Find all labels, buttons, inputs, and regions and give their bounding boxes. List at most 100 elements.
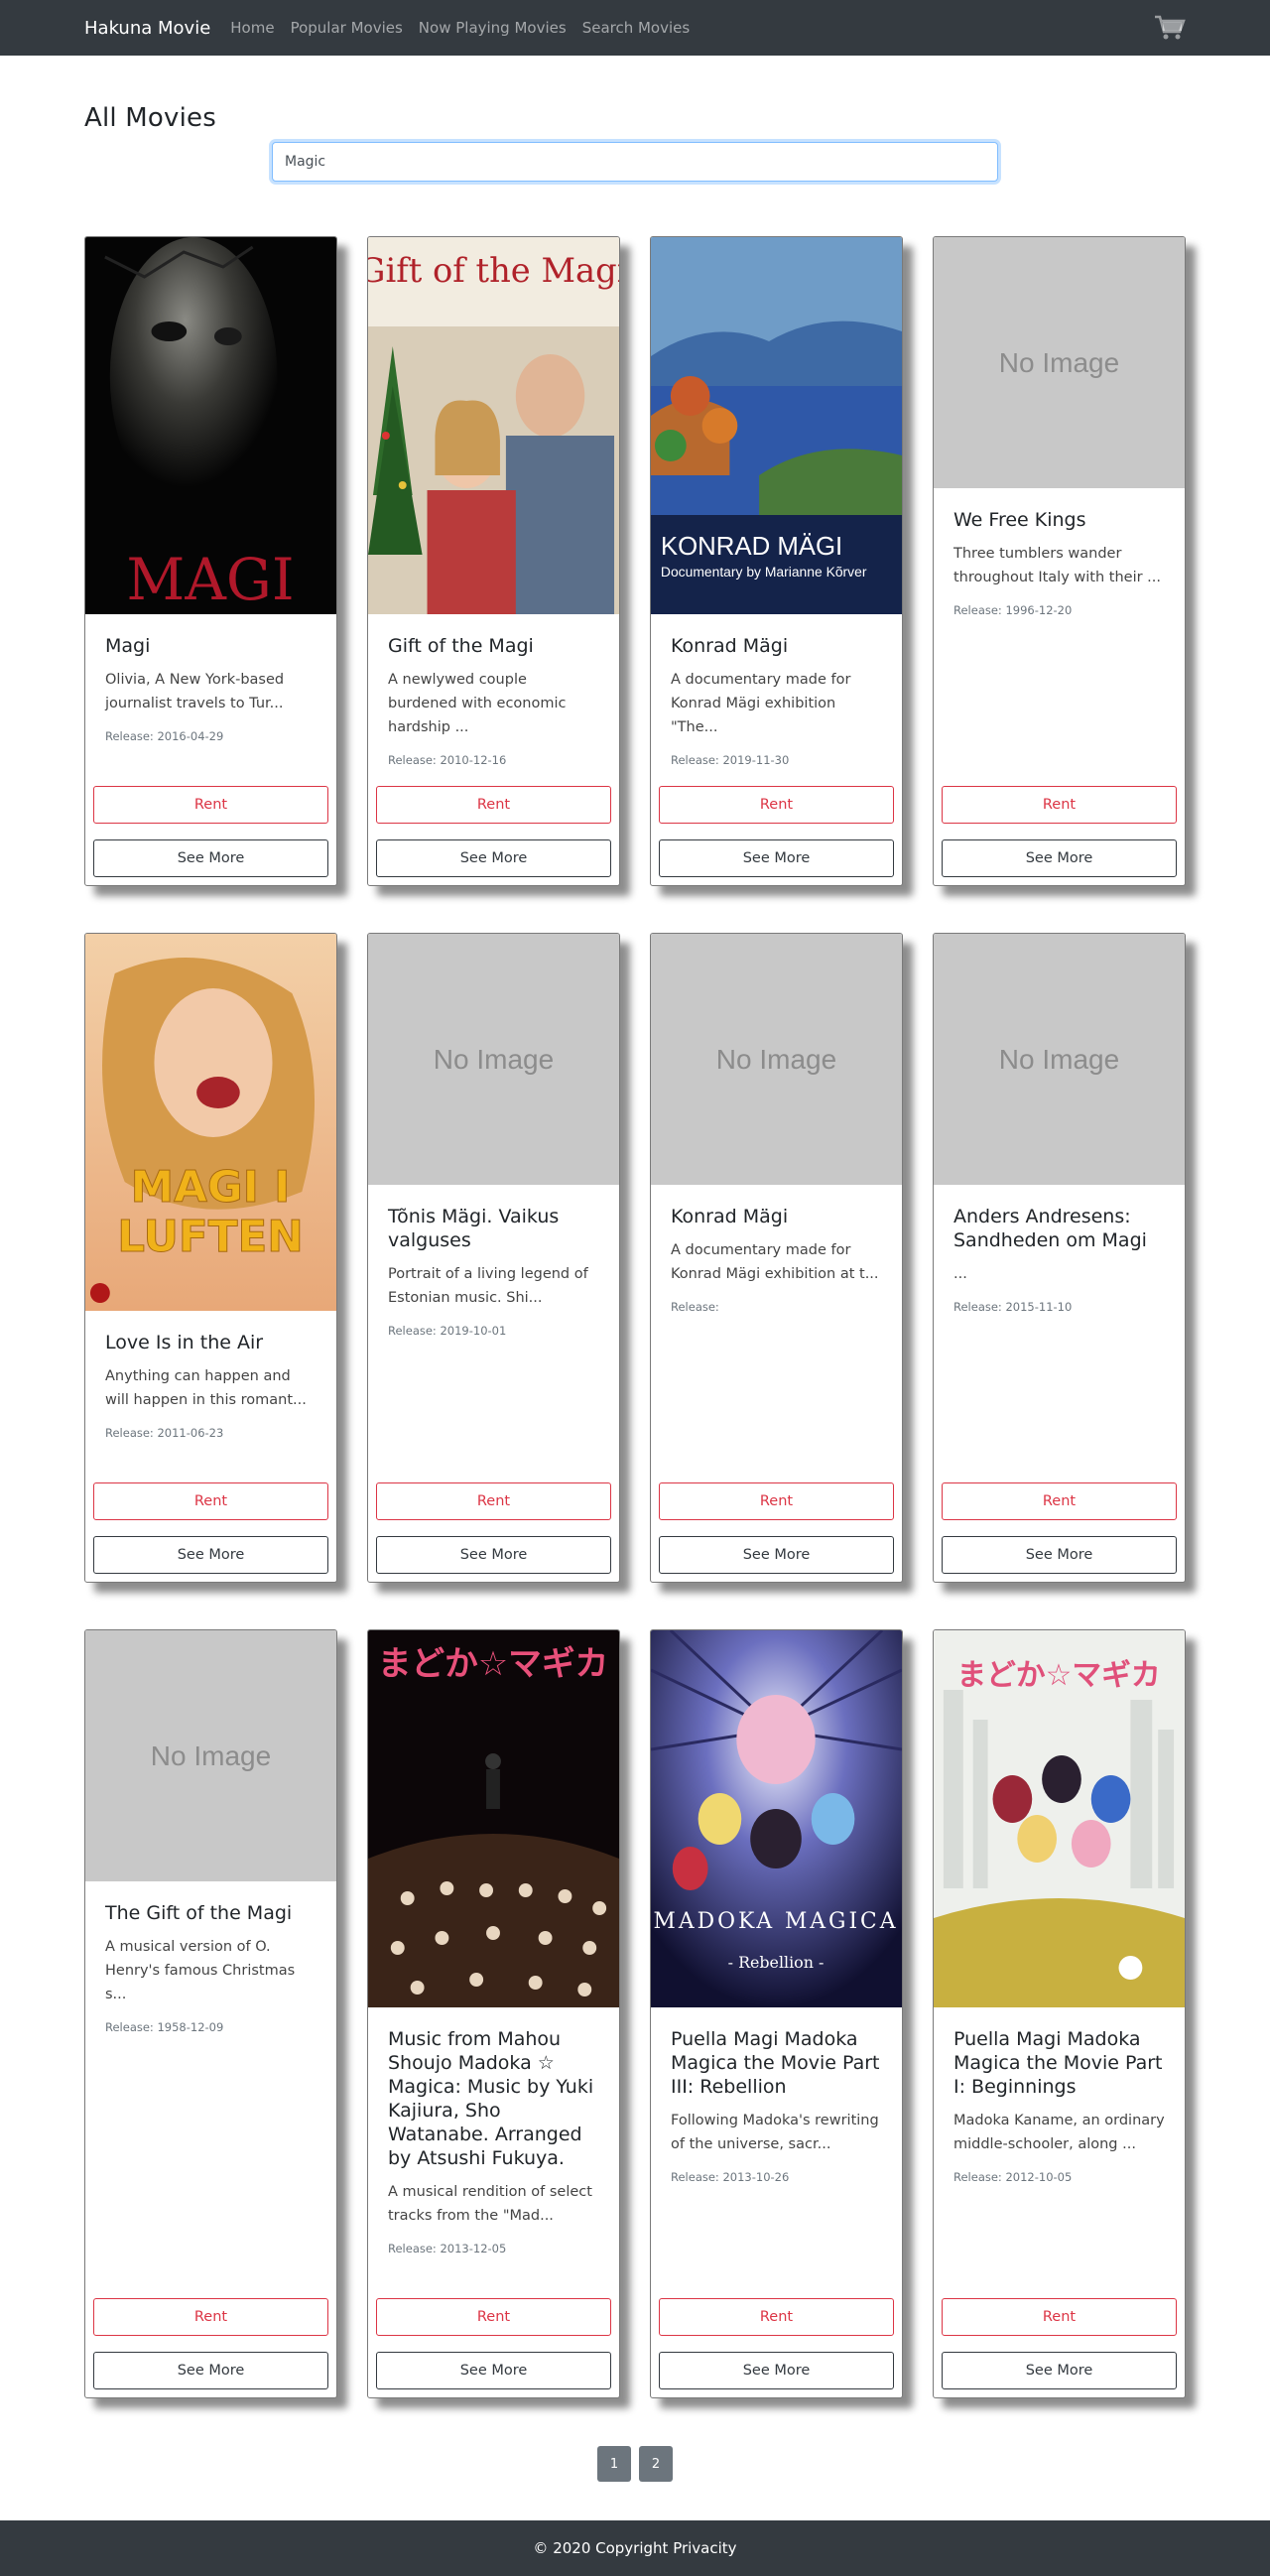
movie-overview: Three tumblers wander throughout Italy w…: [953, 546, 1161, 585]
movie-release-date: Release: 1996-12-20: [953, 603, 1073, 617]
nav-link-now-playing-movies[interactable]: Now Playing Movies: [419, 19, 567, 37]
see-more-button[interactable]: See More: [942, 1536, 1177, 1574]
movie-card: まどか☆マギカ Puella Magi Madoka Magica the Mo…: [933, 1629, 1186, 2398]
see-more-button[interactable]: See More: [659, 839, 894, 877]
svg-text:MADOKA MAGICA: MADOKA MAGICA: [654, 1909, 899, 1934]
copyright-text: © 2020 Copyright Privacity: [533, 2539, 737, 2557]
see-more-button[interactable]: See More: [93, 2352, 328, 2389]
nav-link-popular-movies[interactable]: Popular Movies: [291, 19, 403, 37]
svg-text:LUFTEN: LUFTEN: [117, 1212, 304, 1262]
movie-overview: ...: [953, 1266, 967, 1282]
movie-card: No Image We Free Kings Three tumblers wa…: [933, 236, 1186, 886]
movie-poster[interactable]: MADOKA MAGICA - Rebellion -: [651, 1630, 902, 2007]
movie-title: Music from Mahou Shoujo Madoka ☆ Magica:…: [388, 2028, 594, 2169]
movie-release-date: Release: 2012-10-05: [953, 2170, 1073, 2184]
movie-card: MADOKA MAGICA - Rebellion - Puella Magi …: [650, 1629, 903, 2398]
pagination: 1 2: [0, 2446, 1270, 2482]
movie-overview: A documentary made for Konrad Mägi exhib…: [671, 672, 851, 735]
movie-poster[interactable]: Gift of the Magi: [368, 237, 619, 614]
rent-button[interactable]: Rent: [942, 1482, 1177, 1520]
see-more-button[interactable]: See More: [93, 1536, 328, 1574]
movie-card: MAGI I LUFTEN Love Is in the Air Anythin…: [84, 933, 337, 1583]
movie-title: Magi: [105, 635, 151, 657]
see-more-button[interactable]: See More: [376, 2352, 611, 2389]
movie-title: The Gift of the Magi: [105, 1902, 293, 1924]
movie-title: Love Is in the Air: [105, 1332, 264, 1353]
movie-release-date: Release: 2013-12-05: [388, 2242, 507, 2255]
movie-release-date: Release: 2019-10-01: [388, 1324, 507, 1338]
movie-title: Tõnis Mägi. Vaikus valguses: [388, 1206, 560, 1251]
see-more-button[interactable]: See More: [376, 839, 611, 877]
svg-text:まどか☆マギカ: まどか☆マギカ: [956, 1658, 1160, 1693]
rent-button[interactable]: Rent: [376, 2298, 611, 2336]
rent-button[interactable]: Rent: [376, 1482, 611, 1520]
no-image-placeholder[interactable]: No Image: [651, 934, 902, 1185]
no-image-placeholder[interactable]: No Image: [934, 237, 1185, 488]
rent-button[interactable]: Rent: [93, 1482, 328, 1520]
svg-text:KONRAD MÄGI: KONRAD MÄGI: [661, 533, 842, 561]
movie-title: Anders Andresens: Sandheden om Magi: [953, 1206, 1147, 1251]
rent-button[interactable]: Rent: [93, 2298, 328, 2336]
movie-card: Gift of the Magi Gift of the Magi A newl…: [367, 236, 620, 886]
no-image-placeholder[interactable]: No Image: [934, 934, 1185, 1185]
movie-release-date: Release: 2013-10-26: [671, 2170, 790, 2184]
movie-title: Konrad Mägi: [671, 635, 789, 657]
movie-title: We Free Kings: [953, 509, 1086, 531]
movie-overview: Anything can happen and will happen in t…: [105, 1368, 307, 1408]
see-more-button[interactable]: See More: [659, 2352, 894, 2389]
svg-text:Documentary by Marianne Kõrver: Documentary by Marianne Kõrver: [661, 564, 867, 580]
movie-poster[interactable]: MAGI: [85, 237, 336, 614]
no-image-placeholder[interactable]: No Image: [85, 1630, 336, 1881]
see-more-button[interactable]: See More: [659, 1536, 894, 1574]
rent-button[interactable]: Rent: [93, 786, 328, 824]
see-more-button[interactable]: See More: [93, 839, 328, 877]
shopping-cart-icon[interactable]: [1154, 14, 1186, 42]
see-more-button[interactable]: See More: [942, 839, 1177, 877]
no-image-placeholder[interactable]: No Image: [368, 934, 619, 1185]
svg-text:Gift of the Magi: Gift of the Magi: [368, 251, 619, 290]
movie-overview: A musical rendition of select tracks fro…: [388, 2184, 592, 2224]
svg-text:- Rebellion -: - Rebellion -: [728, 1953, 825, 1972]
movie-poster[interactable]: まどか☆マギカ: [934, 1630, 1185, 2007]
search-input[interactable]: [272, 142, 998, 182]
movie-poster[interactable]: KONRAD MÄGI Documentary by Marianne Kõrv…: [651, 237, 902, 614]
footer: © 2020 Copyright Privacity: [0, 2520, 1270, 2576]
nav-link-home[interactable]: Home: [230, 19, 274, 37]
rent-button[interactable]: Rent: [376, 786, 611, 824]
brand-logo[interactable]: Hakuna Movie: [84, 18, 210, 39]
page-button-1[interactable]: 1: [597, 2446, 631, 2482]
movie-card: No Image Tõnis Mägi. Vaikus valguses Por…: [367, 933, 620, 1583]
rent-button[interactable]: Rent: [659, 786, 894, 824]
movie-release-date: Release: 2019-11-30: [671, 753, 790, 767]
movie-title: Puella Magi Madoka Magica the Movie Part…: [953, 2028, 1163, 2098]
movie-overview: Following Madoka's rewriting of the univ…: [671, 2113, 879, 2152]
see-more-button[interactable]: See More: [942, 2352, 1177, 2389]
see-more-button[interactable]: See More: [376, 1536, 611, 1574]
rent-button[interactable]: Rent: [659, 1482, 894, 1520]
movie-release-date: Release:: [671, 1300, 719, 1314]
movie-poster[interactable]: MAGI I LUFTEN: [85, 934, 336, 1311]
movie-card: No Image Anders Andresens: Sandheden om …: [933, 933, 1186, 1583]
movie-overview: Portrait of a living legend of Estonian …: [388, 1266, 588, 1306]
movie-overview: A musical version of O. Henry's famous C…: [105, 1939, 296, 2002]
movie-card: No Image Konrad Mägi A documentary made …: [650, 933, 903, 1583]
page-button-2[interactable]: 2: [639, 2446, 673, 2482]
rent-button[interactable]: Rent: [659, 2298, 894, 2336]
rent-button[interactable]: Rent: [942, 786, 1177, 824]
movie-overview: Olivia, A New York-based journalist trav…: [105, 672, 285, 711]
movie-title: Konrad Mägi: [671, 1206, 789, 1227]
nav-link-search-movies[interactable]: Search Movies: [582, 19, 691, 37]
movie-card: まどか☆マギカ Music from Mahou Shoujo Madoka ☆…: [367, 1629, 620, 2398]
movie-release-date: Release: 2010-12-16: [388, 753, 507, 767]
movie-release-date: Release: 2016-04-29: [105, 729, 224, 743]
navbar: Hakuna Movie Home Popular Movies Now Pla…: [0, 0, 1270, 56]
svg-text:MAGI I: MAGI I: [131, 1162, 291, 1213]
movie-card: MAGI Magi Olivia, A New York-based journ…: [84, 236, 337, 886]
movie-release-date: Release: 1958-12-09: [105, 2020, 224, 2034]
movie-poster[interactable]: まどか☆マギカ: [368, 1630, 619, 2007]
movie-card: No Image The Gift of the Magi A musical …: [84, 1629, 337, 2398]
movie-release-date: Release: 2015-11-10: [953, 1300, 1073, 1314]
rent-button[interactable]: Rent: [942, 2298, 1177, 2336]
movie-title: Gift of the Magi: [388, 635, 534, 657]
movie-grid: MAGI Magi Olivia, A New York-based journ…: [84, 236, 1186, 2398]
